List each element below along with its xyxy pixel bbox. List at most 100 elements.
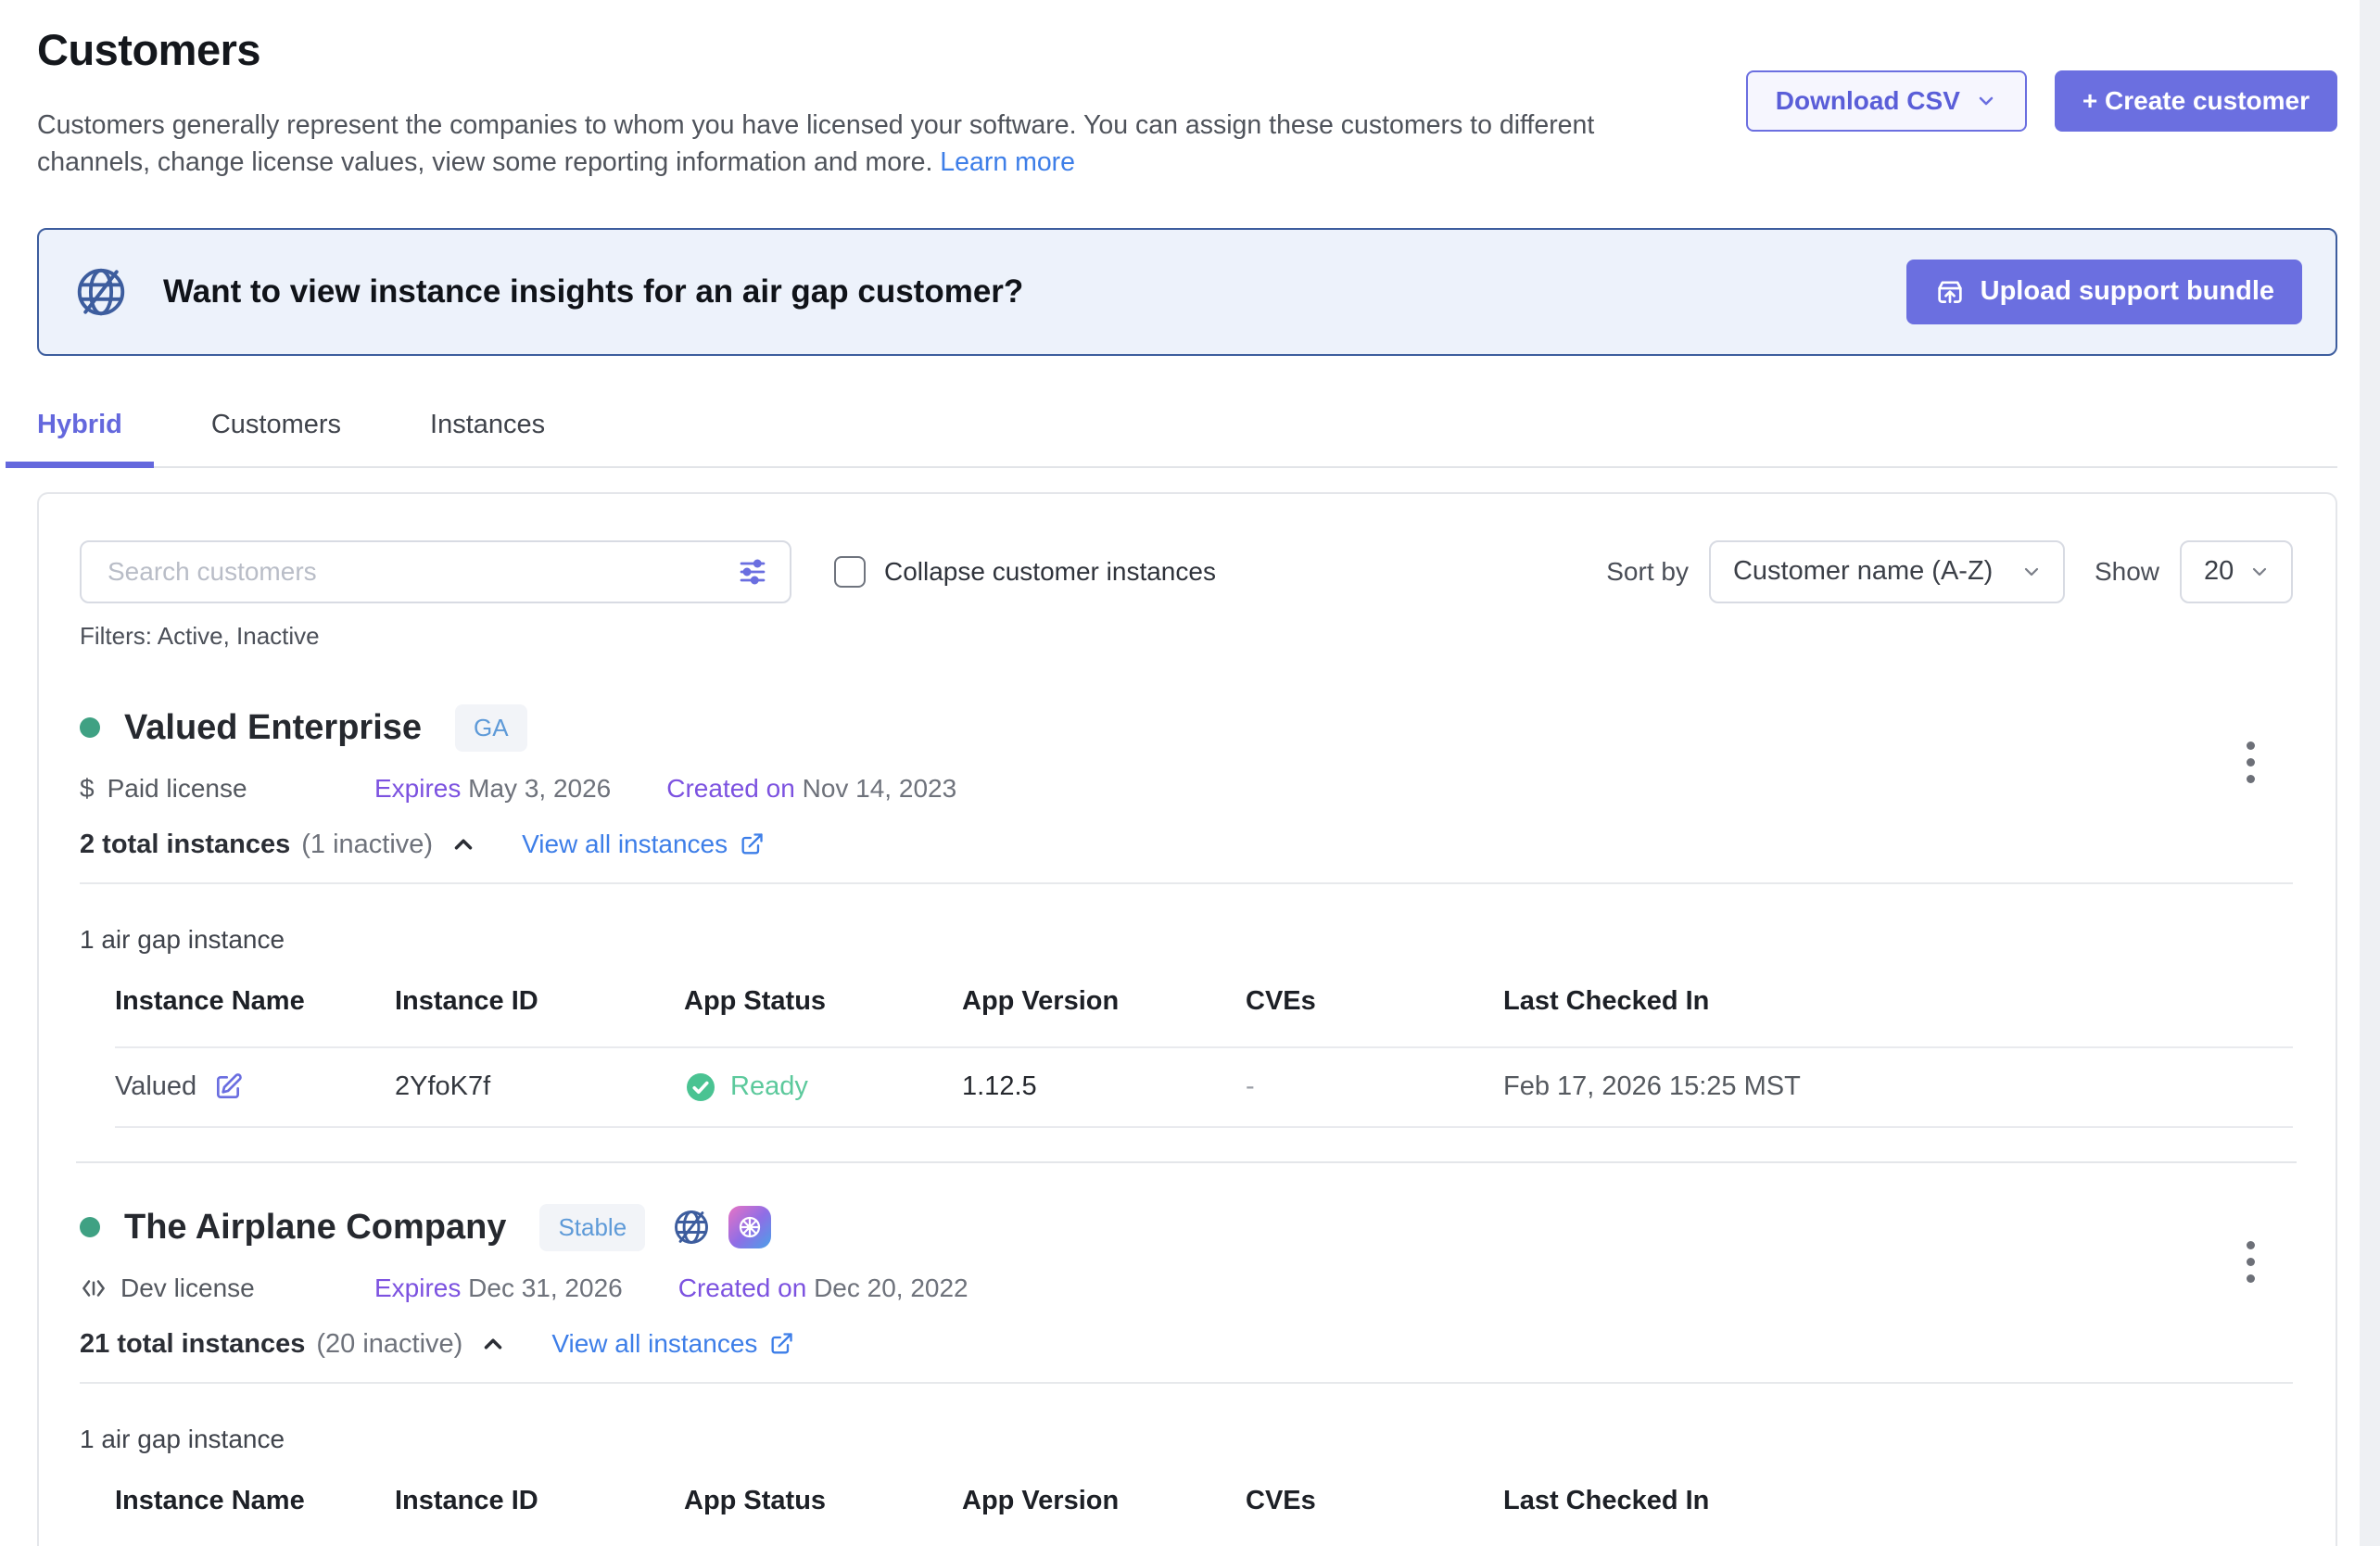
col-app-version: App Version [962, 986, 1246, 1017]
customer-meta-row: Dev license Expires Dec 31, 2026 Created… [80, 1274, 2293, 1303]
created-date: Created on Nov 14, 2023 [666, 774, 956, 804]
chevron-down-icon [2020, 561, 2043, 583]
customer-block-airplane-company: The Airplane Company Stable [80, 1204, 2293, 1546]
upload-support-bundle-button[interactable]: Upload support bundle [1906, 260, 2302, 324]
airgap-banner: Want to view instance insights for an ai… [37, 228, 2337, 356]
instances-table: Instance Name Instance ID App Status App… [80, 986, 2293, 1128]
collapse-chevron-up-icon[interactable] [479, 1330, 507, 1358]
collapse-instances-checkbox-group[interactable]: Collapse customer instances [834, 556, 1216, 588]
instances-table-header: Instance Name Instance ID App Status App… [115, 986, 2293, 1048]
upload-bundle-label: Upload support bundle [1981, 276, 2274, 307]
total-instances-count: 2 total instances [80, 830, 290, 860]
col-instance-id: Instance ID [395, 986, 684, 1017]
banner-title: Want to view instance insights for an ai… [163, 273, 1906, 310]
tab-customers[interactable]: Customers [211, 410, 341, 466]
cves-cell: - [1246, 1071, 1503, 1102]
view-all-instances-link[interactable]: View all instances [551, 1329, 794, 1359]
page-description: Customers generally represent the compan… [37, 107, 1682, 182]
customer-actions-kebab-icon[interactable] [2232, 730, 2269, 795]
instance-id-cell: 2YfoK7f [395, 1071, 684, 1102]
show-label: Show [2095, 557, 2159, 587]
download-csv-label: Download CSV [1776, 86, 1960, 116]
license-type-label: Paid license [108, 774, 247, 804]
instances-summary-row: 21 total instances (20 inactive) View al… [80, 1329, 2293, 1360]
customer-name[interactable]: Valued Enterprise [124, 708, 422, 748]
dollar-icon: $ [80, 774, 95, 804]
channel-badge: Stable [539, 1204, 645, 1251]
license-type: $ Paid license [80, 774, 374, 804]
app-status-value: Ready [730, 1071, 808, 1102]
instances-table: Instance Name Instance ID App Status App… [80, 1486, 2293, 1546]
customer-divider [76, 1161, 2297, 1163]
customer-name[interactable]: The Airplane Company [124, 1208, 506, 1248]
create-customer-label: + Create customer [2082, 86, 2310, 116]
show-select-value: 20 [2204, 556, 2234, 587]
collapse-chevron-up-icon[interactable] [449, 830, 477, 858]
expires-label: Expires [374, 1274, 461, 1302]
chevron-down-icon [1975, 90, 1997, 112]
view-all-instances-link[interactable]: View all instances [522, 830, 765, 859]
create-customer-button[interactable]: + Create customer [2055, 70, 2337, 132]
view-all-instances-label: View all instances [551, 1329, 757, 1359]
active-status-dot [80, 1217, 100, 1237]
customers-page: Customers Download CSV + Create customer… [0, 0, 2380, 1546]
section-divider [80, 882, 2293, 884]
license-type-label: Dev license [120, 1274, 255, 1303]
edit-icon[interactable] [213, 1072, 243, 1102]
created-label: Created on [666, 774, 795, 803]
expires-value: Dec 31, 2026 [468, 1274, 623, 1302]
col-instance-name: Instance Name [115, 986, 395, 1017]
search-input[interactable] [80, 540, 791, 603]
col-last-checked-in: Last Checked In [1503, 1486, 2293, 1516]
code-icon [80, 1274, 108, 1302]
sort-by-label: Sort by [1606, 557, 1689, 587]
license-type: Dev license [80, 1274, 374, 1303]
col-instance-name: Instance Name [115, 1486, 395, 1516]
instances-table-header: Instance Name Instance ID App Status App… [115, 1486, 2293, 1546]
collapse-instances-label: Collapse customer instances [884, 557, 1216, 587]
col-app-status: App Status [684, 986, 962, 1017]
instance-table-row: Valued 2YfoK7f Ready 1.12.5 - Feb 17, 20… [115, 1048, 2293, 1128]
download-csv-button[interactable]: Download CSV [1746, 70, 2027, 132]
app-version-cell: 1.12.5 [962, 1071, 1246, 1102]
ready-check-icon [684, 1071, 717, 1104]
airgap-globe-icon [671, 1207, 712, 1248]
airgap-instance-count: 1 air gap instance [80, 1425, 2293, 1454]
customer-actions-kebab-icon[interactable] [2232, 1230, 2269, 1295]
instance-name-value: Valued [115, 1071, 196, 1102]
customers-card: Collapse customer instances Sort by Cust… [37, 492, 2337, 1546]
customer-block-valued-enterprise: Valued Enterprise GA $ Paid license Expi… [80, 704, 2293, 1128]
created-value: Dec 20, 2022 [814, 1274, 968, 1302]
expires-date: Expires Dec 31, 2026 [374, 1274, 623, 1303]
last-checked-in-cell: Feb 17, 2026 15:25 MST [1503, 1071, 2293, 1102]
learn-more-link[interactable]: Learn more [940, 147, 1075, 177]
tab-hybrid[interactable]: Hybrid [37, 410, 122, 466]
external-link-icon [768, 1331, 794, 1357]
instances-summary-row: 2 total instances (1 inactive) View all … [80, 830, 2293, 860]
vertical-scrollbar[interactable] [2360, 0, 2380, 1546]
view-all-instances-label: View all instances [522, 830, 728, 859]
upload-bundle-icon [1934, 276, 1966, 308]
tab-instances[interactable]: Instances [430, 410, 545, 466]
instance-name-cell: Valued [115, 1071, 395, 1102]
external-link-icon [739, 831, 765, 857]
total-instances-count: 21 total instances [80, 1329, 305, 1360]
col-last-checked-in: Last Checked In [1503, 986, 2293, 1017]
active-status-dot [80, 717, 100, 738]
expires-date: Expires May 3, 2026 [374, 774, 611, 804]
app-status-cell: Ready [684, 1071, 962, 1104]
view-tabs: Hybrid Customers Instances [37, 410, 2337, 468]
created-label: Created on [678, 1274, 807, 1302]
inactive-instances-count: (1 inactive) [301, 830, 433, 860]
airgap-globe-icon [72, 263, 130, 321]
show-select[interactable]: 20 [2180, 540, 2293, 603]
chevron-down-icon [2248, 561, 2271, 583]
col-instance-id: Instance ID [395, 1486, 684, 1516]
section-divider [80, 1382, 2293, 1384]
page-title: Customers [37, 24, 2337, 75]
description-text: Customers generally represent the compan… [37, 110, 1594, 177]
sort-select-value: Customer name (A-Z) [1733, 556, 1993, 587]
collapse-instances-checkbox[interactable] [834, 556, 866, 588]
filter-sliders-icon[interactable] [736, 555, 769, 589]
sort-select[interactable]: Customer name (A-Z) [1709, 540, 2065, 603]
